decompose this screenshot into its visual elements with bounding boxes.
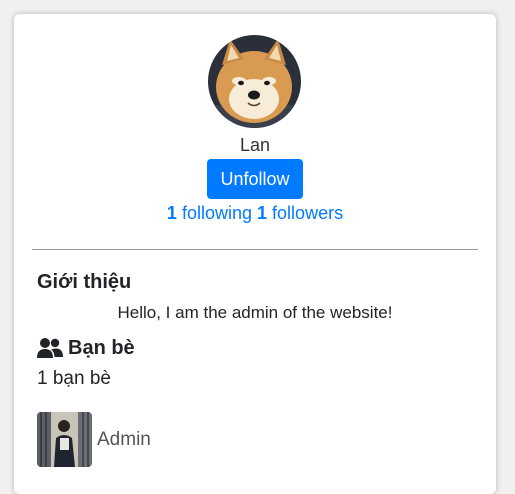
person-photo-icon (37, 412, 92, 467)
profile-avatar (208, 35, 301, 128)
following-count: 1 (166, 203, 177, 223)
profile-card: Lan Unfollow 1 following 1 followers Giớ… (14, 14, 496, 494)
friends-header: Bạn bè (37, 336, 135, 360)
friend-avatar[interactable] (37, 412, 92, 467)
intro-text: Hello, I am the admin of the website! (117, 303, 393, 322)
followers-link[interactable]: 1 followers (257, 203, 343, 223)
friend-item[interactable]: Admin (37, 412, 151, 467)
section-divider (32, 249, 478, 250)
friend-name[interactable]: Admin (97, 429, 151, 451)
follow-stats: 1 following 1 followers (14, 203, 496, 223)
friends-count: 1 bạn bè (37, 368, 111, 389)
intro-title: Giới thiệu (37, 271, 132, 293)
following-label: following (181, 203, 252, 223)
following-link[interactable]: 1 following (167, 203, 252, 223)
profile-name: Lan (239, 135, 271, 155)
users-icon (37, 337, 63, 359)
friends-title: Bạn bè (68, 337, 135, 359)
dog-photo-icon (208, 35, 301, 128)
followers-label: followers (272, 203, 344, 223)
unfollow-button[interactable]: Unfollow (207, 159, 303, 199)
followers-count: 1 (257, 203, 268, 223)
